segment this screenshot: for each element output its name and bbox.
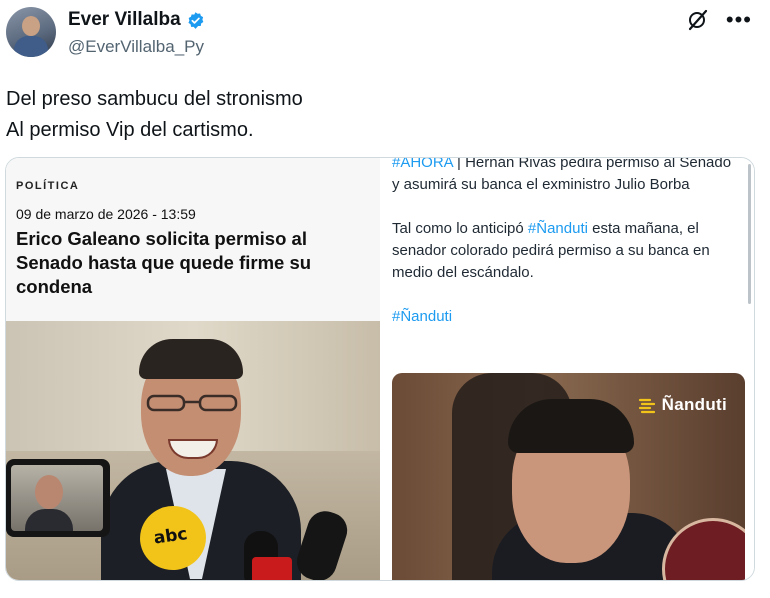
abc-mic-label: abc [152, 524, 189, 549]
photo-hair [508, 399, 634, 453]
senate-seal-icon [662, 518, 745, 580]
news-photo: abc [6, 321, 380, 580]
recording-phone [6, 459, 110, 537]
nanduti-logo-icon [638, 398, 655, 414]
nanduti-logo: Ñanduti [638, 395, 727, 415]
tweet-line: Del preso sambucu del stronismo [6, 88, 303, 110]
photo-hair [139, 339, 243, 379]
microphone-icon [292, 506, 352, 580]
news-headline: Erico Galeano solicita permiso al Senado… [16, 228, 312, 297]
tweet-media[interactable]: POLÍTICA 09 de marzo de 2026 - 13:59 Eri… [5, 157, 755, 581]
quoted-post-paragraph: #Ñanduti [392, 306, 742, 328]
separator: | [452, 157, 466, 171]
hashtag-link[interactable]: #Ñanduti [392, 308, 452, 325]
avatar-head [22, 16, 40, 36]
hashtag-link[interactable]: #Ñanduti [528, 220, 588, 237]
author-display-name[interactable]: Ever Villalba [68, 9, 181, 31]
tweet-actions-top: ••• [686, 8, 752, 32]
phone-screen-body [25, 509, 73, 531]
news-header: POLÍTICA 09 de marzo de 2026 - 13:59 Eri… [6, 158, 380, 321]
avatar-body [14, 36, 48, 57]
quoted-text-segment: Tal como lo anticipó [392, 220, 528, 237]
quoted-post-paragraph: Tal como lo anticipó #Ñanduti esta mañan… [392, 218, 742, 284]
news-date: 09 de marzo de 2026 - 13:59 [16, 206, 196, 222]
glasses-icon [146, 394, 238, 412]
quoted-post-photo: Ñanduti [392, 373, 745, 580]
author-avatar[interactable] [6, 7, 56, 57]
phone-screen [11, 465, 103, 531]
author-handle[interactable]: @EverVillalba_Py [68, 37, 204, 57]
author-name-row: Ever Villalba [68, 9, 205, 31]
hashtag-link[interactable]: #AHORA [392, 158, 453, 171]
news-section-label: POLÍTICA [16, 180, 80, 192]
verified-badge-icon [188, 11, 204, 29]
more-icon[interactable]: ••• [726, 8, 752, 32]
quoted-post-text: #AHORA | Hernán Rivas pedirá permiso al … [392, 157, 742, 350]
media-left-news-screenshot[interactable]: POLÍTICA 09 de marzo de 2026 - 13:59 Eri… [6, 158, 380, 580]
phone-screen-face [35, 475, 63, 509]
media-right-post-screenshot[interactable]: #AHORA | Hernán Rivas pedirá permiso al … [383, 158, 754, 580]
nanduti-logo-text: Ñanduti [661, 395, 727, 414]
grok-icon[interactable] [686, 8, 710, 32]
microphone-icon [252, 557, 292, 580]
quoted-post-paragraph: #AHORA | Hernán Rivas pedirá permiso al … [392, 157, 742, 196]
tweet-line: Al permiso Vip del cartismo. [6, 119, 254, 141]
scrollbar[interactable] [748, 164, 751, 304]
tweet-text: Del preso sambucu del stronismo Al permi… [6, 84, 303, 146]
